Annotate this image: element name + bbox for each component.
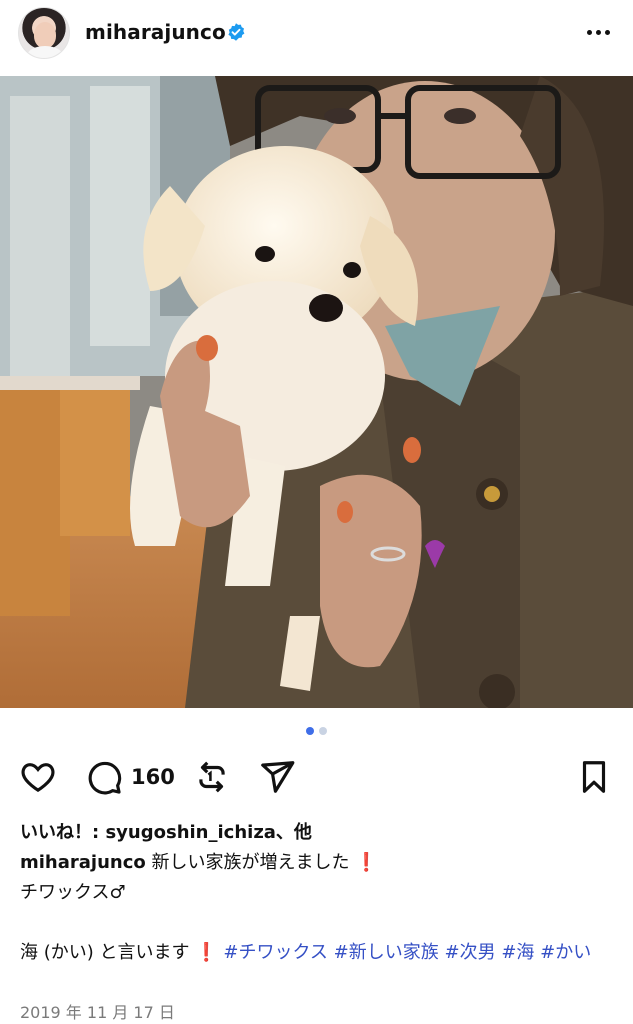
photo-illustration	[0, 76, 633, 708]
caption-username[interactable]: miharajunco	[20, 852, 146, 873]
comment-count: 160	[131, 765, 175, 789]
hashtag-list: #チワックス #新しい家族 #次男 #海 #かい	[223, 942, 591, 963]
share-button[interactable]	[258, 754, 296, 800]
bookmark-button[interactable]	[575, 754, 613, 800]
exclamation-emoji: ❗	[355, 852, 378, 873]
repost-button[interactable]	[193, 754, 231, 800]
post-username[interactable]: miharajunco	[85, 20, 226, 44]
hashtag-link[interactable]: #かい	[540, 942, 591, 963]
action-bar: 160	[0, 754, 633, 800]
avatar-face	[34, 22, 56, 48]
post-photo[interactable]	[0, 76, 633, 708]
carousel-indicator	[0, 727, 633, 735]
comment-button[interactable]: 160	[85, 754, 175, 800]
caption-text-1: 新しい家族が増えました	[151, 852, 350, 873]
carousel-dot	[319, 727, 327, 735]
repost-icon	[199, 761, 225, 793]
hashtag-link[interactable]: #次男	[445, 942, 496, 963]
post-date: 2019 年 11 月 17 日	[20, 1003, 175, 1022]
post-header: miharajunco	[0, 0, 633, 76]
caption-line-1: miharajunco 新しい家族が増えました ❗	[20, 848, 620, 878]
more-options-icon[interactable]	[583, 18, 613, 46]
exclamation-emoji: ❗	[195, 942, 218, 963]
hashtag-link[interactable]: #チワックス	[223, 942, 328, 963]
bookmark-icon	[582, 761, 606, 793]
avatar-body	[27, 46, 63, 58]
avatar[interactable]	[18, 7, 70, 59]
carousel-dot	[306, 727, 314, 735]
post-caption: miharajunco 新しい家族が増えました ❗ チワックス♂ 海 (かい) …	[20, 848, 620, 968]
comment-icon	[88, 761, 122, 795]
caption-text-3: 海 (かい) と言います	[20, 942, 190, 963]
caption-line-3: 海 (かい) と言います ❗ #チワックス #新しい家族 #次男 #海 #かい	[20, 938, 620, 968]
hashtag-link[interactable]: #新しい家族	[334, 942, 439, 963]
share-icon	[261, 761, 295, 793]
heart-icon	[21, 763, 55, 792]
caption-line-2: チワックス♂	[20, 882, 126, 903]
like-button[interactable]	[19, 754, 57, 800]
hashtag-link[interactable]: #海	[501, 942, 534, 963]
verified-badge-icon	[228, 23, 245, 41]
likes-summary[interactable]: いいね！: syugoshin_ichiza、他	[20, 818, 312, 844]
